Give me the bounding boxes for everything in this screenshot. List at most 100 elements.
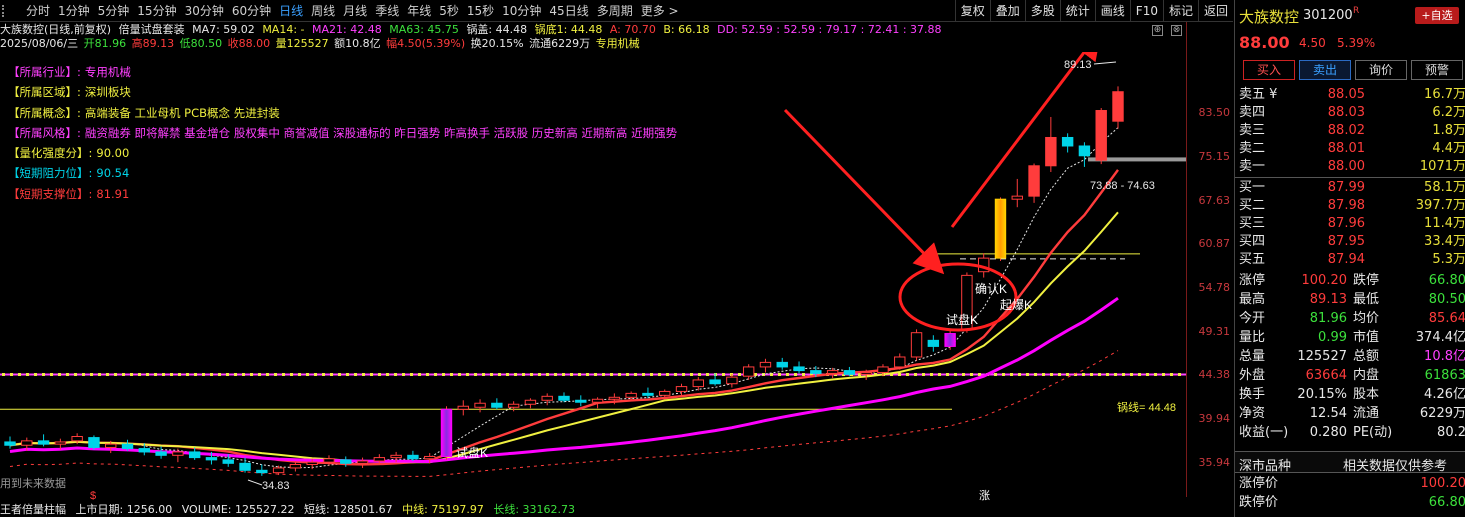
fundamentals-overlay: 【所属行业】: 专用机械 【所属区域】: 深圳板块 【所属概念】: 高端装备 工业母机… [8, 62, 677, 204]
toolbar-grip-icon[interactable] [2, 5, 12, 17]
period-tab[interactable]: 5分钟 [94, 3, 134, 19]
tool-button[interactable]: 多股 [1024, 0, 1060, 21]
stat-value: 85.64 [1428, 311, 1465, 326]
candle-body [256, 469, 268, 474]
period-tab[interactable]: 日线 [275, 3, 307, 19]
quote-panel: 大族数控 301200 R +自选 88.00 4.50 5.39% 买入 卖出… [1234, 0, 1465, 517]
bar-range: 幅4.50(5.39%) [386, 37, 466, 50]
tool-button[interactable]: 复权 [954, 0, 990, 21]
tool-button[interactable]: 叠加 [989, 0, 1025, 21]
chart-tools: 复权 叠加 多股 统计 画线 F10 标记 返回 [954, 0, 1233, 21]
guogai-dot [386, 373, 389, 377]
guogai-dot [1082, 373, 1085, 377]
stat-row: 总量 125527 总额 10.8亿 [1235, 347, 1465, 366]
period-tab[interactable]: 5秒 [435, 3, 463, 19]
indicator-name[interactable]: 倍量试盘套装 [119, 23, 185, 36]
stat-value: 81.96 [1309, 311, 1347, 326]
stat-label: 股本 [1353, 387, 1380, 402]
expand-icon[interactable]: ⊕ [1152, 25, 1163, 36]
candle-body [709, 379, 721, 385]
add-favorite-button[interactable]: +自选 [1415, 7, 1459, 24]
stat-label: 换手 [1239, 387, 1266, 402]
candle-body [625, 392, 637, 398]
guogai-dot [74, 373, 77, 377]
stat-row: 最高 89.13 最低 80.50 [1235, 290, 1465, 309]
tool-button[interactable]: 标记 [1162, 0, 1198, 21]
candle-body [642, 392, 654, 396]
stat-value: 20.15% [1297, 387, 1347, 402]
period-tab[interactable]: 更多 > [637, 3, 683, 19]
candle-body [1061, 136, 1074, 147]
guogai-dot [946, 373, 949, 377]
level-label: 卖四 [1239, 105, 1266, 120]
guogai-dot [1170, 373, 1173, 377]
level-price: 88.02 [1327, 123, 1365, 138]
bid-row[interactable]: 买二 87.98 397.7万 [1235, 197, 1465, 215]
guogai-dot [178, 373, 181, 377]
stat-label: 涨停 [1239, 273, 1266, 288]
period-tab[interactable]: 15分钟 [133, 3, 180, 19]
bid-row[interactable]: 买四 87.95 33.4万 [1235, 233, 1465, 251]
guogai-dot [1058, 373, 1061, 377]
stat-value: 80.50 [1428, 292, 1465, 307]
period-tab[interactable]: 季线 [371, 3, 403, 19]
buy-button[interactable]: 买入 [1243, 60, 1295, 80]
inquiry-button[interactable]: 询价 [1355, 60, 1407, 80]
concept-key: 【所属概念】: [8, 105, 81, 120]
bid-row[interactable]: 买五 87.94 5.3万 [1235, 251, 1465, 269]
guogai-dot [42, 373, 45, 377]
range-label: 73.88 - 74.63 [1090, 180, 1155, 192]
tool-button[interactable]: 画线 [1094, 0, 1130, 21]
support-row: 【短期支撑位】: 81.91 [8, 184, 677, 204]
ask-row[interactable]: 卖五 ¥ 88.05 16.7万 [1235, 86, 1465, 104]
ask-row[interactable]: 卖一 88.00 1071万 [1235, 158, 1465, 176]
price-change-pct: 5.39% [1337, 36, 1376, 50]
period-tab[interactable]: 多周期 [593, 3, 637, 19]
tool-button[interactable]: 返回 [1197, 0, 1233, 21]
support-value: 81.91 [96, 186, 130, 201]
guogai-dot [594, 373, 597, 377]
alert-button[interactable]: 预警 [1411, 60, 1463, 80]
bar-amount: 额10.8亿 [334, 37, 381, 50]
stat-value: 374.4亿 [1415, 330, 1465, 345]
resist-row: 【短期阻力位】: 90.54 [8, 163, 677, 183]
period-tab[interactable]: 15秒 [463, 3, 498, 19]
level-volume: 5.3万 [1432, 252, 1465, 267]
guogai-value: 锅盖: 44.48 [466, 23, 528, 36]
candle-body [356, 460, 369, 464]
candle-body [944, 333, 956, 347]
level-label: 买二 [1239, 198, 1266, 213]
period-tab[interactable]: 30分钟 [181, 3, 228, 19]
candle-body [4, 441, 16, 446]
guogai-dot [954, 373, 957, 377]
guogai-dot [794, 373, 797, 377]
period-tab[interactable]: 年线 [403, 3, 435, 19]
status-indicator-name[interactable]: 王者倍量柱幅 [0, 503, 66, 516]
guogai-dot [370, 373, 373, 377]
guogai-dot [530, 373, 533, 377]
ask-row[interactable]: 卖四 88.03 6.2万 [1235, 104, 1465, 122]
period-tab[interactable]: 45日线 [545, 3, 592, 19]
candle-body [726, 376, 738, 385]
tool-button[interactable]: 统计 [1059, 0, 1095, 21]
ask-row[interactable]: 卖三 88.02 1.8万 [1235, 122, 1465, 140]
tool-button[interactable]: F10 [1129, 0, 1163, 21]
guogai-dot [82, 373, 85, 377]
candle-body [474, 402, 486, 408]
period-tab[interactable]: 60分钟 [228, 3, 275, 19]
bid-row[interactable]: 买一 87.99 58.1万 [1235, 179, 1465, 197]
level-volume: 4.4万 [1432, 141, 1465, 156]
bid-row[interactable]: 买三 87.96 11.4万 [1235, 215, 1465, 233]
ask-row[interactable]: 卖二 88.01 4.4万 [1235, 140, 1465, 158]
period-tab[interactable]: 周线 [307, 3, 339, 19]
period-tab[interactable]: 分时 [22, 3, 54, 19]
market-type[interactable]: 深市品种 [1239, 455, 1291, 474]
ma63-value: MA63: 45.75 [389, 23, 459, 36]
ohlc-line: 2025/08/06/三 开81.96 高89.13 低80.50 收88.00… [0, 37, 644, 51]
period-tab[interactable]: 月线 [339, 3, 371, 19]
period-tab[interactable]: 1分钟 [54, 3, 94, 19]
close-indicator-icon[interactable]: ⊗ [1171, 25, 1182, 36]
sell-button[interactable]: 卖出 [1299, 60, 1351, 80]
guogai-dot [562, 373, 565, 377]
period-tab[interactable]: 10分钟 [498, 3, 545, 19]
